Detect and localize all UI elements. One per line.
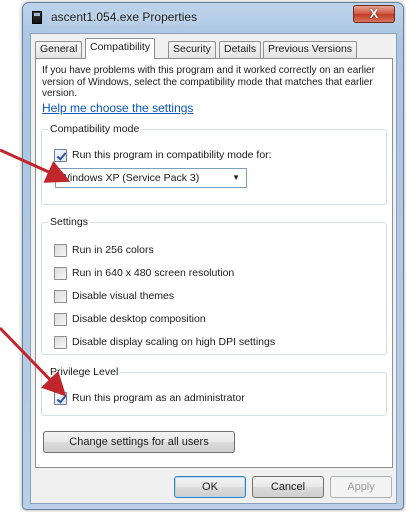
os-mode-dropdown[interactable]: Windows XP (Service Pack 3) ▼: [55, 168, 247, 188]
setting-dpi-scaling-label: Disable display scaling on high DPI sett…: [72, 336, 276, 348]
tab-strip: General Compatibility Security Details P…: [35, 38, 393, 59]
tab-general[interactable]: General: [35, 41, 83, 58]
run-as-admin-label: Run this program as an administrator: [72, 392, 245, 404]
settings-title: Settings: [48, 216, 90, 228]
close-icon[interactable]: X: [353, 5, 395, 23]
setting-desktop-composition-checkbox[interactable]: [54, 312, 67, 326]
setting-dpi-scaling-row[interactable]: Disable display scaling on high DPI sett…: [54, 335, 275, 349]
setting-desktop-composition-row[interactable]: Disable desktop composition: [54, 312, 206, 326]
compat-mode-checkbox[interactable]: [54, 148, 67, 162]
tab-details[interactable]: Details: [219, 41, 262, 58]
privilege-level-group: Privilege Level Run this program as an a…: [41, 366, 387, 416]
change-settings-all-users-button[interactable]: Change settings for all users: [43, 431, 235, 453]
cancel-button[interactable]: Cancel: [252, 476, 324, 498]
dialog-body: General Compatibility Security Details P…: [30, 33, 397, 504]
properties-dialog: ascent1.054.exe Properties X General Com…: [22, 2, 404, 510]
run-as-admin-row[interactable]: Run this program as an administrator: [54, 391, 245, 405]
setting-640x480-label: Run in 640 x 480 screen resolution: [72, 267, 235, 279]
tab-compatibility[interactable]: Compatibility: [85, 38, 156, 59]
window-title: ascent1.054.exe Properties: [51, 10, 198, 24]
intro-text: If you have problems with this program a…: [42, 65, 375, 99]
compat-mode-label: Run this program in compatibility mode f…: [72, 149, 272, 161]
privilege-level-title: Privilege Level: [48, 366, 121, 378]
setting-256-colors-checkbox[interactable]: [54, 243, 67, 257]
setting-visual-themes-row[interactable]: Disable visual themes: [54, 289, 174, 303]
setting-dpi-scaling-checkbox[interactable]: [54, 335, 67, 349]
setting-256-colors-row[interactable]: Run in 256 colors: [54, 243, 154, 257]
setting-desktop-composition-label: Disable desktop composition: [72, 313, 206, 325]
ok-button[interactable]: OK: [174, 476, 246, 498]
exe-file-icon: [32, 11, 42, 24]
tab-previous-versions[interactable]: Previous Versions: [263, 41, 358, 58]
setting-visual-themes-checkbox[interactable]: [54, 289, 67, 303]
apply-button[interactable]: Apply: [330, 476, 392, 498]
compatibility-mode-title: Compatibility mode: [48, 123, 142, 135]
setting-visual-themes-label: Disable visual themes: [72, 290, 175, 302]
run-as-admin-checkbox[interactable]: [54, 391, 67, 405]
setting-256-colors-label: Run in 256 colors: [72, 244, 154, 256]
compat-mode-checkbox-row[interactable]: Run this program in compatibility mode f…: [54, 148, 272, 162]
tab-security[interactable]: Security: [168, 41, 216, 58]
settings-group: Settings Run in 256 colors Run in 640 x …: [41, 216, 387, 355]
compatibility-panel: If you have problems with this program a…: [35, 58, 393, 468]
compatibility-mode-group: Compatibility mode Run this program in c…: [41, 123, 387, 205]
setting-640x480-row[interactable]: Run in 640 x 480 screen resolution: [54, 266, 234, 280]
setting-640x480-checkbox[interactable]: [54, 266, 67, 280]
os-mode-value: Windows XP (Service Pack 3): [60, 172, 200, 184]
help-link[interactable]: Help me choose the settings: [42, 101, 193, 115]
chevron-down-icon[interactable]: ▼: [232, 169, 240, 187]
title-bar[interactable]: ascent1.054.exe Properties X: [23, 3, 403, 33]
